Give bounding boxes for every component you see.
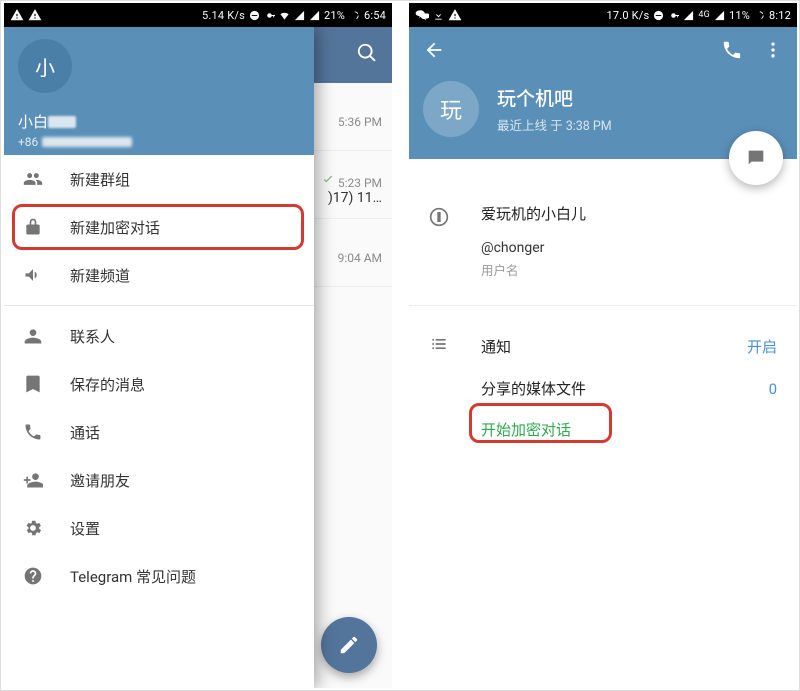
wechat-icon — [415, 8, 429, 22]
clock-time: 8:12 — [769, 9, 791, 22]
warning-icon — [448, 8, 462, 22]
avatar-letter: 玩 — [440, 93, 462, 125]
drawer-item-contacts[interactable]: 联系人 — [4, 312, 314, 360]
drawer-item-label: 设置 — [70, 518, 100, 539]
chat-row[interactable]: 5:36 PM — [314, 83, 392, 151]
display-name: 爱玩机的小白儿 — [481, 203, 777, 224]
megaphone-icon — [22, 265, 44, 285]
row-value: 0 — [769, 380, 777, 398]
lock-icon — [22, 217, 44, 237]
chat-list-background: 5:36 PM 5:23 PM )17) 11… 9:04 AM — [314, 27, 392, 688]
signal-icon — [714, 10, 725, 21]
battery-percent: 11% — [729, 9, 750, 22]
user-name: 小白 — [18, 111, 300, 132]
person-icon — [22, 326, 44, 346]
drawer-item-new-channel[interactable]: 新建频道 — [4, 251, 314, 299]
message-fab[interactable] — [729, 131, 783, 185]
dnd-icon — [653, 10, 664, 21]
signal-icon — [683, 10, 694, 21]
drawer-list: 新建群组 新建加密对话 新建频道 联系人 保存的消息 — [4, 155, 314, 688]
warning-icon — [28, 8, 42, 22]
help-icon — [22, 566, 44, 586]
compose-fab[interactable] — [321, 617, 377, 673]
drawer-item-label: 新建群组 — [70, 169, 130, 190]
drawer-item-label: Telegram 常见问题 — [70, 566, 196, 587]
row-label: 开始加密对话 — [481, 419, 777, 440]
bookmark-icon — [22, 374, 44, 394]
status-bar: 17.0 K/s 4G 11% 8:12 — [409, 3, 797, 27]
drawer-item-calls[interactable]: 通话 — [4, 408, 314, 456]
appbar — [314, 27, 392, 83]
drawer-item-invite-friends[interactable]: 邀请朋友 — [4, 456, 314, 504]
phone-left: 5.14 K/s 21% 6:54 5:36 PM 5:23 PM )17) — [4, 3, 392, 688]
call-icon[interactable] — [721, 39, 743, 65]
user-phone: +86 — [18, 135, 300, 149]
overflow-menu-icon[interactable] — [763, 39, 783, 65]
row-shared-media[interactable]: 分享的媒体文件 0 — [409, 368, 797, 409]
net-speed: 17.0 K/s — [606, 9, 649, 22]
drawer-item-label: 通话 — [70, 422, 100, 443]
phone-icon — [22, 422, 44, 442]
row-label: 通知 — [481, 336, 747, 357]
row-label: 分享的媒体文件 — [481, 378, 769, 399]
net-speed: 5.14 K/s — [202, 9, 245, 22]
search-icon[interactable] — [356, 42, 378, 68]
drawer-item-label: 联系人 — [70, 326, 115, 347]
gear-icon — [22, 518, 44, 538]
chat-row[interactable]: 9:04 AM — [314, 219, 392, 287]
chat-time: 9:04 AM — [338, 251, 382, 265]
spinner-icon — [349, 10, 360, 21]
profile-title: 玩个机吧 — [497, 84, 612, 111]
drawer-header: 小 小白 +86 — [4, 27, 314, 155]
back-icon[interactable] — [423, 39, 445, 65]
list-icon — [429, 334, 449, 358]
status-bar: 5.14 K/s 21% 6:54 — [4, 3, 392, 27]
row-value: 开启 — [747, 336, 777, 357]
drawer-item-label: 邀请朋友 — [70, 470, 130, 491]
chat-row[interactable]: 5:23 PM )17) 11… — [314, 151, 392, 219]
info-icon — [429, 207, 449, 279]
add-person-icon — [22, 470, 44, 490]
phone-right: 17.0 K/s 4G 11% 8:12 玩 玩个机吧 — [409, 3, 797, 688]
chat-time: 5:36 PM — [338, 115, 382, 129]
info-block: 爱玩机的小白儿 @chonger 用户名 — [409, 203, 797, 279]
spinner-icon — [754, 10, 765, 21]
username[interactable]: @chonger — [481, 240, 777, 256]
avatar-letter: 小 — [35, 52, 55, 81]
clock-time: 6:54 — [364, 9, 386, 22]
network-type: 4G — [698, 10, 710, 20]
last-seen: 最近上线 于 3:38 PM — [497, 115, 612, 134]
divider — [409, 305, 797, 306]
dnd-icon — [249, 10, 260, 21]
warning-icon — [10, 8, 24, 22]
group-icon — [22, 169, 44, 189]
drawer-item-label: 保存的消息 — [70, 374, 145, 395]
chat-time: 5:23 PM — [338, 176, 382, 190]
signal-icon — [294, 10, 305, 21]
divider — [4, 305, 314, 306]
username-caption: 用户名 — [481, 260, 777, 279]
profile-appbar: 玩 玩个机吧 最近上线 于 3:38 PM — [409, 27, 797, 159]
battery-percent: 21% — [324, 9, 345, 22]
nav-drawer: 小 小白 +86 新建群组 新建加密对话 — [4, 27, 314, 688]
check-icon — [321, 176, 335, 190]
avatar[interactable]: 玩 — [423, 81, 479, 137]
drawer-item-saved-messages[interactable]: 保存的消息 — [4, 360, 314, 408]
signal-icon — [309, 10, 320, 21]
vpn-key-icon — [264, 10, 275, 21]
drawer-item-label: 新建加密对话 — [70, 217, 160, 238]
vpn-key-icon — [668, 10, 679, 21]
drawer-item-label: 新建频道 — [70, 265, 130, 286]
drawer-item-settings[interactable]: 设置 — [4, 504, 314, 552]
profile-content: 爱玩机的小白儿 @chonger 用户名 通知 开启 分享的媒体文件 0 开始加… — [409, 159, 797, 450]
download-icon — [433, 10, 444, 21]
avatar[interactable]: 小 — [18, 39, 72, 93]
drawer-item-new-group[interactable]: 新建群组 — [4, 155, 314, 203]
row-notifications[interactable]: 通知 开启 — [409, 324, 797, 368]
drawer-item-faq[interactable]: Telegram 常见问题 — [4, 552, 314, 600]
drawer-item-new-secret-chat[interactable]: 新建加密对话 — [4, 203, 314, 251]
chat-preview: )17) 11… — [328, 190, 382, 206]
wifi-icon — [279, 10, 290, 21]
row-start-secret-chat[interactable]: 开始加密对话 — [409, 409, 797, 450]
